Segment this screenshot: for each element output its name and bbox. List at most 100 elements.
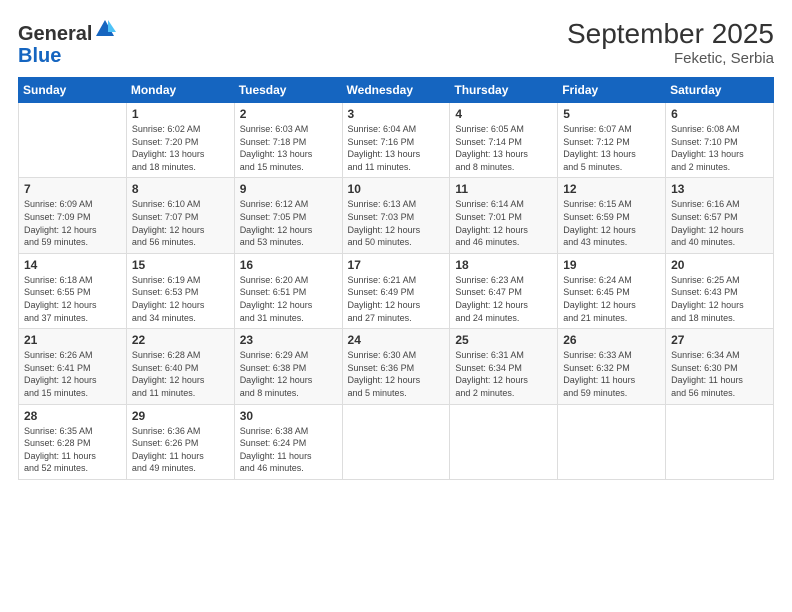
calendar-header-row: SundayMondayTuesdayWednesdayThursdayFrid…: [19, 78, 774, 103]
weekday-header: Friday: [558, 78, 666, 103]
day-number: 27: [671, 333, 768, 347]
day-number: 17: [348, 258, 445, 272]
day-number: 26: [563, 333, 660, 347]
calendar-cell: 17 Sunrise: 6:21 AM Sunset: 6:49 PM Dayli…: [342, 253, 450, 328]
day-number: 3: [348, 107, 445, 121]
calendar-cell: [19, 103, 127, 178]
day-number: 4: [455, 107, 552, 121]
cell-info: Sunrise: 6:18 AM Sunset: 6:55 PM Dayligh…: [24, 274, 121, 324]
calendar-cell: 9 Sunrise: 6:12 AM Sunset: 7:05 PM Daylig…: [234, 178, 342, 253]
cell-info: Sunrise: 6:08 AM Sunset: 7:10 PM Dayligh…: [671, 123, 768, 173]
calendar-cell: [450, 404, 558, 479]
day-number: 19: [563, 258, 660, 272]
calendar-cell: 24 Sunrise: 6:30 AM Sunset: 6:36 PM Dayli…: [342, 329, 450, 404]
calendar-cell: 29 Sunrise: 6:36 AM Sunset: 6:26 PM Dayli…: [126, 404, 234, 479]
cell-info: Sunrise: 6:30 AM Sunset: 6:36 PM Dayligh…: [348, 349, 445, 399]
cell-info: Sunrise: 6:35 AM Sunset: 6:28 PM Dayligh…: [24, 425, 121, 475]
calendar-cell: 30 Sunrise: 6:38 AM Sunset: 6:24 PM Dayli…: [234, 404, 342, 479]
day-number: 30: [240, 409, 337, 423]
day-number: 2: [240, 107, 337, 121]
day-number: 1: [132, 107, 229, 121]
calendar-cell: 2 Sunrise: 6:03 AM Sunset: 7:18 PM Daylig…: [234, 103, 342, 178]
calendar-cell: 20 Sunrise: 6:25 AM Sunset: 6:43 PM Dayli…: [666, 253, 774, 328]
cell-info: Sunrise: 6:23 AM Sunset: 6:47 PM Dayligh…: [455, 274, 552, 324]
day-number: 6: [671, 107, 768, 121]
location: Feketic, Serbia: [567, 50, 774, 67]
cell-info: Sunrise: 6:25 AM Sunset: 6:43 PM Dayligh…: [671, 274, 768, 324]
cell-info: Sunrise: 6:13 AM Sunset: 7:03 PM Dayligh…: [348, 198, 445, 248]
calendar-table: SundayMondayTuesdayWednesdayThursdayFrid…: [18, 77, 774, 480]
calendar-cell: 26Sunrise: 6:33 AM Sunset: 6:32 PM Dayli…: [558, 329, 666, 404]
day-number: 22: [132, 333, 229, 347]
cell-info: Sunrise: 6:10 AM Sunset: 7:07 PM Dayligh…: [132, 198, 229, 248]
calendar-cell: 21 Sunrise: 6:26 AM Sunset: 6:41 PM Dayli…: [19, 329, 127, 404]
cell-info: Sunrise: 6:12 AM Sunset: 7:05 PM Dayligh…: [240, 198, 337, 248]
cell-info: Sunrise: 6:16 AM Sunset: 6:57 PM Dayligh…: [671, 198, 768, 248]
calendar-cell: 10Sunrise: 6:13 AM Sunset: 7:03 PM Dayli…: [342, 178, 450, 253]
logo: General Blue: [18, 18, 116, 67]
calendar-cell: 11Sunrise: 6:14 AM Sunset: 7:01 PM Dayli…: [450, 178, 558, 253]
cell-info: Sunrise: 6:02 AM Sunset: 7:20 PM Dayligh…: [132, 123, 229, 173]
calendar-cell: [342, 404, 450, 479]
month-title: September 2025: [567, 18, 774, 50]
calendar-cell: 5 Sunrise: 6:07 AM Sunset: 7:12 PM Daylig…: [558, 103, 666, 178]
calendar-cell: 7Sunrise: 6:09 AM Sunset: 7:09 PM Daylig…: [19, 178, 127, 253]
calendar-cell: 25Sunrise: 6:31 AM Sunset: 6:34 PM Dayli…: [450, 329, 558, 404]
cell-info: Sunrise: 6:09 AM Sunset: 7:09 PM Dayligh…: [24, 198, 121, 248]
day-number: 18: [455, 258, 552, 272]
calendar-cell: 22 Sunrise: 6:28 AM Sunset: 6:40 PM Dayli…: [126, 329, 234, 404]
header: General Blue September 2025 Feketic, Ser…: [18, 18, 774, 67]
calendar-cell: 1 Sunrise: 6:02 AM Sunset: 7:20 PM Daylig…: [126, 103, 234, 178]
calendar-week-row: 1 Sunrise: 6:02 AM Sunset: 7:20 PM Daylig…: [19, 103, 774, 178]
day-number: 15: [132, 258, 229, 272]
day-number: 12: [563, 182, 660, 196]
weekday-header: Saturday: [666, 78, 774, 103]
calendar-week-row: 14Sunrise: 6:18 AM Sunset: 6:55 PM Dayli…: [19, 253, 774, 328]
calendar-cell: 14Sunrise: 6:18 AM Sunset: 6:55 PM Dayli…: [19, 253, 127, 328]
day-number: 24: [348, 333, 445, 347]
weekday-header: Wednesday: [342, 78, 450, 103]
calendar-cell: [666, 404, 774, 479]
cell-info: Sunrise: 6:19 AM Sunset: 6:53 PM Dayligh…: [132, 274, 229, 324]
cell-info: Sunrise: 6:04 AM Sunset: 7:16 PM Dayligh…: [348, 123, 445, 173]
day-number: 8: [132, 182, 229, 196]
cell-info: Sunrise: 6:34 AM Sunset: 6:30 PM Dayligh…: [671, 349, 768, 399]
cell-info: Sunrise: 6:14 AM Sunset: 7:01 PM Dayligh…: [455, 198, 552, 248]
calendar-cell: 18 Sunrise: 6:23 AM Sunset: 6:47 PM Dayli…: [450, 253, 558, 328]
cell-info: Sunrise: 6:15 AM Sunset: 6:59 PM Dayligh…: [563, 198, 660, 248]
cell-info: Sunrise: 6:29 AM Sunset: 6:38 PM Dayligh…: [240, 349, 337, 399]
cell-info: Sunrise: 6:07 AM Sunset: 7:12 PM Dayligh…: [563, 123, 660, 173]
calendar-cell: 8 Sunrise: 6:10 AM Sunset: 7:07 PM Daylig…: [126, 178, 234, 253]
cell-info: Sunrise: 6:26 AM Sunset: 6:41 PM Dayligh…: [24, 349, 121, 399]
cell-info: Sunrise: 6:05 AM Sunset: 7:14 PM Dayligh…: [455, 123, 552, 173]
weekday-header: Sunday: [19, 78, 127, 103]
calendar-cell: 16 Sunrise: 6:20 AM Sunset: 6:51 PM Dayli…: [234, 253, 342, 328]
calendar-cell: 12 Sunrise: 6:15 AM Sunset: 6:59 PM Dayli…: [558, 178, 666, 253]
calendar-cell: 15 Sunrise: 6:19 AM Sunset: 6:53 PM Dayli…: [126, 253, 234, 328]
day-number: 23: [240, 333, 337, 347]
day-number: 5: [563, 107, 660, 121]
day-number: 16: [240, 258, 337, 272]
cell-info: Sunrise: 6:36 AM Sunset: 6:26 PM Dayligh…: [132, 425, 229, 475]
logo-general-text: General: [18, 23, 92, 45]
cell-info: Sunrise: 6:28 AM Sunset: 6:40 PM Dayligh…: [132, 349, 229, 399]
cell-info: Sunrise: 6:20 AM Sunset: 6:51 PM Dayligh…: [240, 274, 337, 324]
weekday-header: Monday: [126, 78, 234, 103]
calendar-cell: 23 Sunrise: 6:29 AM Sunset: 6:38 PM Dayli…: [234, 329, 342, 404]
cell-info: Sunrise: 6:38 AM Sunset: 6:24 PM Dayligh…: [240, 425, 337, 475]
calendar-week-row: 21 Sunrise: 6:26 AM Sunset: 6:41 PM Dayli…: [19, 329, 774, 404]
cell-info: Sunrise: 6:24 AM Sunset: 6:45 PM Dayligh…: [563, 274, 660, 324]
day-number: 20: [671, 258, 768, 272]
calendar-cell: 27 Sunrise: 6:34 AM Sunset: 6:30 PM Dayli…: [666, 329, 774, 404]
weekday-header: Tuesday: [234, 78, 342, 103]
day-number: 9: [240, 182, 337, 196]
day-number: 21: [24, 333, 121, 347]
day-number: 29: [132, 409, 229, 423]
cell-info: Sunrise: 6:03 AM Sunset: 7:18 PM Dayligh…: [240, 123, 337, 173]
calendar-week-row: 28Sunrise: 6:35 AM Sunset: 6:28 PM Dayli…: [19, 404, 774, 479]
calendar-cell: 4 Sunrise: 6:05 AM Sunset: 7:14 PM Daylig…: [450, 103, 558, 178]
day-number: 25: [455, 333, 552, 347]
logo-blue-text: Blue: [18, 45, 61, 67]
calendar-cell: 3 Sunrise: 6:04 AM Sunset: 7:16 PM Daylig…: [342, 103, 450, 178]
cell-info: Sunrise: 6:21 AM Sunset: 6:49 PM Dayligh…: [348, 274, 445, 324]
